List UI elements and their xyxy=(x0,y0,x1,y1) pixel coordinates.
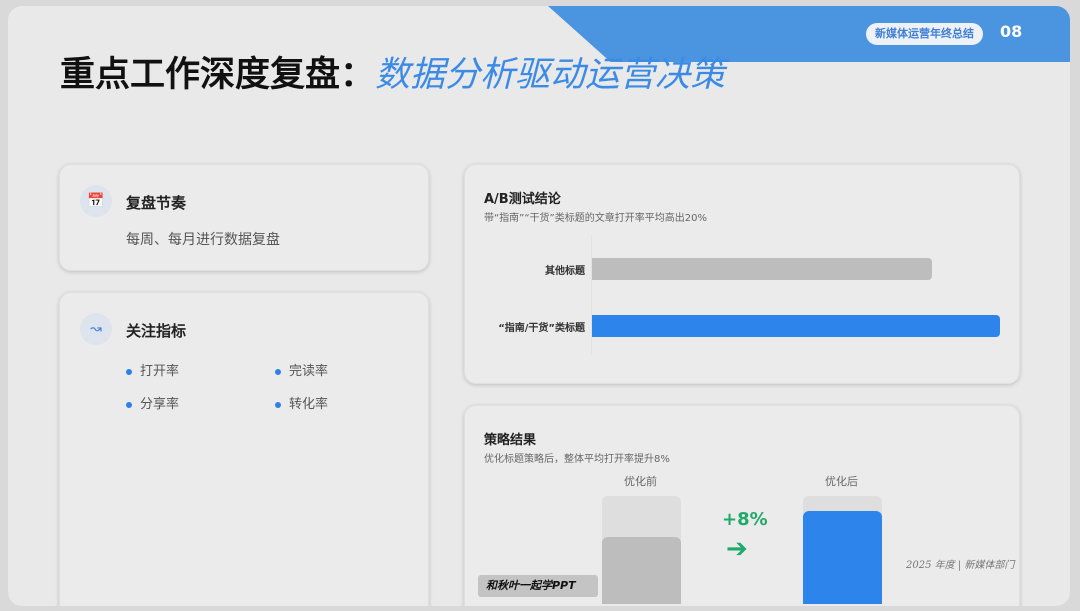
before-bar xyxy=(602,537,681,604)
after-bar xyxy=(803,511,882,604)
title-main: 重点工作深度复盘： xyxy=(60,55,376,95)
card-title: 关注指标 xyxy=(126,322,187,340)
metric-item: 打开率 xyxy=(126,360,179,379)
title-highlight: 数据分析驱动运营决策 xyxy=(375,55,726,95)
metric-item: 完读率 xyxy=(275,360,328,379)
calendar-check-icon: 📅 xyxy=(80,185,112,217)
bar-label: “指南/干货”类标题 xyxy=(498,323,585,334)
arrow-right-icon: ➔ xyxy=(726,534,748,564)
before-bar-track xyxy=(602,496,681,604)
metrics-card: ↝ 关注指标 打开率 完读率 分享率 转化率 xyxy=(59,292,429,606)
strategy-title: 策略结果 xyxy=(484,433,537,448)
footer-note: 2025 年度 | 新媒体部门 xyxy=(906,560,1015,571)
ab-test-title: A/B测试结论 xyxy=(484,192,561,207)
page-title: 重点工作深度复盘：数据分析驱动运营决策 xyxy=(60,54,800,96)
card-title: 复盘节奏 xyxy=(126,194,187,212)
delta-value: +8% xyxy=(722,509,768,530)
report-badge: 新媒体运营年终总结 xyxy=(866,23,983,45)
metric-item: 分享率 xyxy=(126,393,179,412)
card-desc: 每周、每月进行数据复盘 xyxy=(126,232,280,248)
review-rhythm-card: 📅 复盘节奏 每周、每月进行数据复盘 xyxy=(59,164,429,271)
bar-guide-titles xyxy=(592,315,1000,337)
after-label: 优化后 xyxy=(825,475,858,488)
metric-item: 转化率 xyxy=(275,393,328,412)
bar-label: 其他标题 xyxy=(545,266,585,277)
line-chart-icon: ↝ xyxy=(80,313,112,345)
ab-test-card: A/B测试结论 带“指南”“干货”类标题的文章打开率平均高出20% 其他标题 “… xyxy=(464,164,1020,384)
page-number: 08 xyxy=(1000,22,1023,41)
bar-other-titles xyxy=(592,258,932,280)
slide: 新媒体运营年终总结 08 重点工作深度复盘：数据分析驱动运营决策 📅 复盘节奏 … xyxy=(8,6,1070,606)
after-bar-track xyxy=(803,496,882,604)
before-label: 优化前 xyxy=(624,475,657,488)
watermark: 和秋叶一起学PPT xyxy=(478,575,598,597)
ab-test-subtitle: 带“指南”“干货”类标题的文章打开率平均高出20% xyxy=(484,213,707,224)
strategy-subtitle: 优化标题策略后，整体平均打开率提升8% xyxy=(484,454,670,465)
